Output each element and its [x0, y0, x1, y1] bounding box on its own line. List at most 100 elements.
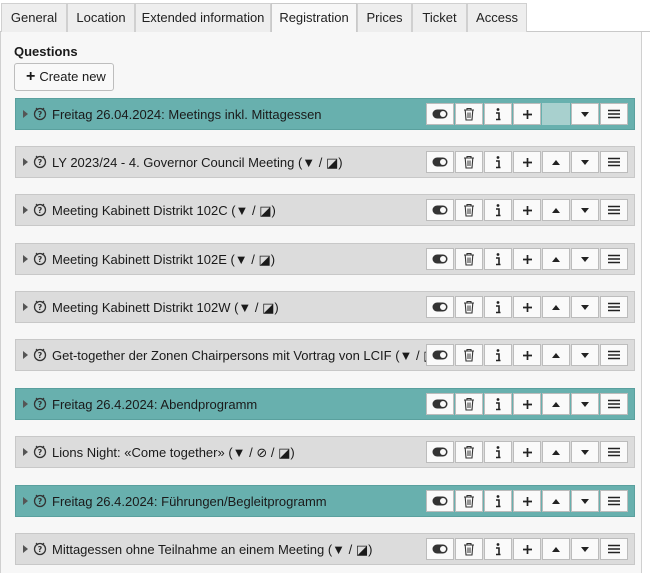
move-up-button[interactable] — [542, 199, 570, 221]
question-icon: ? — [33, 202, 47, 218]
tab-general[interactable]: General — [1, 3, 67, 32]
move-up-button[interactable] — [542, 296, 570, 318]
tab-location[interactable]: Location — [67, 3, 135, 32]
move-up-button[interactable] — [542, 441, 570, 463]
expand-caret-icon[interactable] — [23, 545, 28, 553]
move-down-button[interactable] — [571, 344, 599, 366]
move-up-button[interactable] — [542, 248, 570, 270]
toggle-visibility-button[interactable] — [426, 103, 454, 125]
add-button[interactable] — [513, 490, 541, 512]
expand-caret-icon[interactable] — [23, 400, 28, 408]
question-row[interactable]: ? LY 2023/24 - 4. Governor Council Meetin… — [15, 146, 635, 178]
move-up-button[interactable] — [542, 151, 570, 173]
delete-button[interactable] — [455, 103, 483, 125]
question-row[interactable]: ? Lions Night: «Come together» (▼ / ⊘ / ◪… — [15, 436, 635, 468]
expand-caret-icon[interactable] — [23, 351, 28, 359]
toggle-visibility-button[interactable] — [426, 490, 454, 512]
toggle-visibility-button[interactable] — [426, 344, 454, 366]
question-row[interactable]: ? Mittagessen ohne Teilnahme an einem Mee… — [15, 533, 635, 565]
add-button[interactable] — [513, 248, 541, 270]
info-button[interactable] — [484, 538, 512, 560]
add-button[interactable] — [513, 344, 541, 366]
drag-handle-button[interactable] — [600, 344, 628, 366]
question-row[interactable]: ? Meeting Kabinett Distrikt 102C (▼ / ◪) — [15, 194, 635, 226]
move-down-button[interactable] — [571, 296, 599, 318]
create-new-button[interactable]: + Create new — [14, 63, 114, 91]
expand-caret-icon[interactable] — [23, 448, 28, 456]
tab-prices[interactable]: Prices — [357, 3, 412, 32]
arrow-down-icon — [580, 401, 590, 408]
add-button[interactable] — [513, 393, 541, 415]
info-button[interactable] — [484, 490, 512, 512]
drag-handle-button[interactable] — [600, 248, 628, 270]
delete-button[interactable] — [455, 151, 483, 173]
move-down-button[interactable] — [571, 441, 599, 463]
delete-button[interactable] — [455, 248, 483, 270]
question-row[interactable]: ? Meeting Kabinett Distrikt 102E (▼ / ◪) — [15, 243, 635, 275]
expand-caret-icon[interactable] — [23, 497, 28, 505]
question-row[interactable]: ? Freitag 26.04.2024: Meetings inkl. Mitt… — [15, 98, 635, 130]
move-down-button[interactable] — [571, 199, 599, 221]
info-button[interactable] — [484, 344, 512, 366]
info-button[interactable] — [484, 103, 512, 125]
tab-registration[interactable]: Registration — [271, 3, 357, 33]
delete-button[interactable] — [455, 441, 483, 463]
tab-access[interactable]: Access — [467, 3, 527, 32]
add-button[interactable] — [513, 103, 541, 125]
drag-handle-button[interactable] — [600, 103, 628, 125]
drag-handle-button[interactable] — [600, 393, 628, 415]
move-down-button[interactable] — [571, 538, 599, 560]
expand-caret-icon[interactable] — [23, 255, 28, 263]
info-button[interactable] — [484, 248, 512, 270]
tab-extended-information[interactable]: Extended information — [135, 3, 271, 32]
question-row[interactable]: ? Freitag 26.4.2024: Abendprogramm — [15, 388, 635, 420]
info-button[interactable] — [484, 393, 512, 415]
question-row[interactable]: ? Freitag 26.4.2024: Führungen/Begleitpro… — [15, 485, 635, 517]
drag-handle-button[interactable] — [600, 199, 628, 221]
drag-handle-button[interactable] — [600, 296, 628, 318]
drag-handle-button[interactable] — [600, 441, 628, 463]
drag-handle-button[interactable] — [600, 151, 628, 173]
move-down-button[interactable] — [571, 151, 599, 173]
info-button[interactable] — [484, 151, 512, 173]
add-button[interactable] — [513, 538, 541, 560]
move-down-button[interactable] — [571, 490, 599, 512]
delete-button[interactable] — [455, 538, 483, 560]
toggle-visibility-button[interactable] — [426, 538, 454, 560]
expand-caret-icon[interactable] — [23, 110, 28, 118]
move-down-button[interactable] — [571, 248, 599, 270]
delete-button[interactable] — [455, 296, 483, 318]
tab-ticket[interactable]: Ticket — [412, 3, 467, 32]
move-down-button[interactable] — [571, 103, 599, 125]
info-button[interactable] — [484, 296, 512, 318]
expand-caret-icon[interactable] — [23, 158, 28, 166]
info-button[interactable] — [484, 199, 512, 221]
toggle-visibility-button[interactable] — [426, 151, 454, 173]
arrow-up-icon — [551, 256, 561, 263]
toggle-visibility-button[interactable] — [426, 441, 454, 463]
delete-button[interactable] — [455, 344, 483, 366]
info-button[interactable] — [484, 441, 512, 463]
add-button[interactable] — [513, 296, 541, 318]
toggle-visibility-button[interactable] — [426, 393, 454, 415]
delete-button[interactable] — [455, 490, 483, 512]
add-button[interactable] — [513, 441, 541, 463]
move-up-button[interactable] — [542, 490, 570, 512]
delete-button[interactable] — [455, 199, 483, 221]
move-up-button[interactable] — [542, 393, 570, 415]
drag-handle-button[interactable] — [600, 538, 628, 560]
delete-button[interactable] — [455, 393, 483, 415]
move-up-button[interactable] — [542, 344, 570, 366]
question-row[interactable]: ? Get-together der Zonen Chairpersons mit… — [15, 339, 635, 371]
add-button[interactable] — [513, 199, 541, 221]
expand-caret-icon[interactable] — [23, 206, 28, 214]
move-up-button[interactable] — [542, 538, 570, 560]
move-down-button[interactable] — [571, 393, 599, 415]
question-row[interactable]: ? Meeting Kabinett Distrikt 102W (▼ / ◪) — [15, 291, 635, 323]
toggle-visibility-button[interactable] — [426, 199, 454, 221]
toggle-visibility-button[interactable] — [426, 248, 454, 270]
toggle-visibility-button[interactable] — [426, 296, 454, 318]
expand-caret-icon[interactable] — [23, 303, 28, 311]
add-button[interactable] — [513, 151, 541, 173]
drag-handle-button[interactable] — [600, 490, 628, 512]
